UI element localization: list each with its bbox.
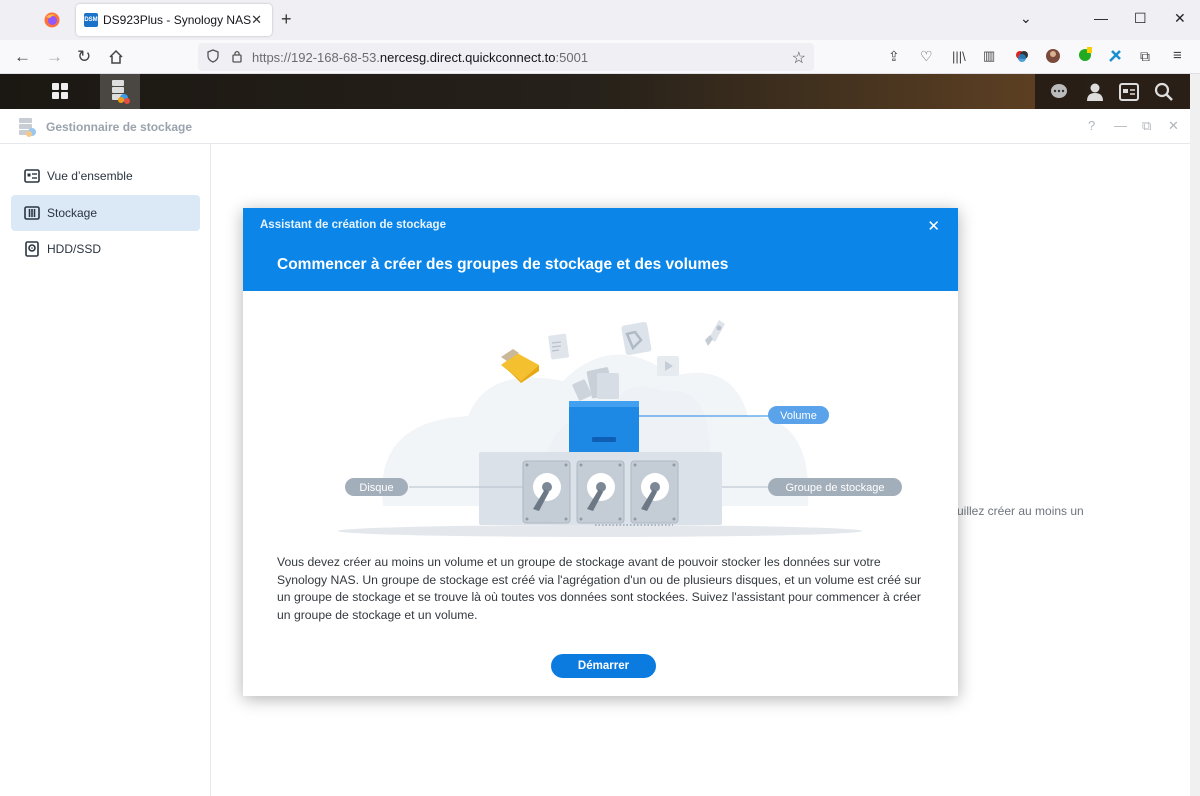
tab-close-icon[interactable]: ✕ [251,12,262,28]
save-icon[interactable]: ♡ [920,48,933,65]
disk-3 [630,460,679,524]
dsm-logo-icon [621,321,652,356]
volume-box [569,401,639,453]
tab-title: DS923Plus - Synology NAS [103,13,252,27]
lock-icon[interactable] [230,49,244,63]
chat-icon[interactable] [1049,82,1069,102]
firefox-icon[interactable] [44,12,60,28]
disk-label: Disque [359,482,393,494]
avatar-extension-icon[interactable] [1045,48,1061,64]
background-message: uillez créer au moins un [957,504,1084,518]
wizard-close-icon[interactable]: ✕ [927,217,940,235]
app-title: Gestionnaire de stockage [46,120,193,134]
search-icon[interactable] [1154,82,1174,102]
dsm-favicon-icon: DSM [84,13,98,27]
user-icon[interactable] [1085,82,1105,102]
disk-1 [522,460,571,524]
new-tab-button[interactable]: + [281,9,292,30]
sidebar-item-hdd-ssd[interactable]: HDD/SSD [11,231,200,267]
menu-hamburger-icon[interactable]: ≡ [1173,47,1182,64]
reload-icon[interactable]: ↻ [77,47,91,67]
dsm-tray [1035,74,1190,109]
browser-nav-bar: ← → ↻ https://192-168-68-53.nercesg.dire… [0,40,1200,74]
page-scrollbar[interactable] [1190,74,1200,796]
sidebar-item-storage[interactable]: Stockage [11,195,200,231]
bookmark-star-icon[interactable]: ☆ [792,48,806,68]
widgets-icon[interactable] [1119,82,1139,102]
app-header: Gestionnaire de stockage ? — ⧉ ✕ [0,109,1190,144]
wizard-heading: Commencer à créer des groupes de stockag… [277,256,729,273]
back-arrow-icon[interactable]: ← [14,47,31,67]
video-icon [657,356,679,376]
tracking-shield-icon[interactable] [206,49,220,63]
app-minimize-button[interactable]: — [1114,118,1127,133]
library-icon[interactable]: |||\ [952,49,966,64]
start-button[interactable]: Démarrer [551,654,656,678]
barcode-extension-icon[interactable]: ▥ [983,48,995,64]
browser-tab-bar: DSM DS923Plus - Synology NAS ✕ + ⌄ — ☐ ✕ [0,0,1200,40]
shield-extension-icon[interactable] [1077,46,1093,62]
sidebar-item-overview[interactable]: Vue d’ensemble [11,158,200,194]
hdd-icon [25,241,39,257]
pocket-icon[interactable]: ⇪ [888,48,900,65]
sidebar: Vue d’ensemble Stockage HDD/SSD [0,144,211,796]
storage-icon [24,206,40,220]
document-icon [548,333,569,360]
storage-creation-wizard-dialog: Assistant de création de stockage Commen… [243,208,958,696]
rocket-icon [705,320,725,346]
colorful-extension-icon[interactable] [1014,48,1030,64]
disk-2 [576,460,625,524]
storage-manager-app-icon [19,118,36,137]
extensions-icon[interactable]: ⧉ [1140,48,1150,65]
wizard-title: Assistant de création de stockage [260,219,446,231]
storage-manager-icon [112,80,130,104]
help-button[interactable]: ? [1088,118,1095,133]
url-text: https://192-168-68-53.nercesg.direct.qui… [252,50,589,65]
app-restore-button[interactable]: ⧉ [1142,118,1151,134]
dsm-taskbar [0,74,1190,109]
overview-icon [24,169,40,183]
wizard-description: Vous devez créer au moins un volume et u… [277,555,922,622]
grid-icon [52,83,68,99]
maximize-window-button[interactable]: ☐ [1134,10,1147,27]
pool-label: Groupe de stockage [785,482,884,494]
app-close-button[interactable]: ✕ [1168,118,1179,134]
forward-arrow-icon[interactable]: → [46,47,63,67]
close-window-button[interactable]: ✕ [1174,10,1186,27]
sidebar-item-label: Stockage [47,206,98,220]
browser-tab-active[interactable]: DSM DS923Plus - Synology NAS ✕ [76,4,272,36]
tab-list-chevron-down-icon[interactable]: ⌄ [1020,10,1032,27]
sidebar-item-label: HDD/SSD [47,242,102,256]
puzzle-extension-icon[interactable] [1107,48,1123,64]
wizard-header: Assistant de création de stockage Commen… [243,208,958,291]
address-bar[interactable]: https://192-168-68-53.nercesg.direct.qui… [198,43,814,71]
storage-manager-taskbar-button[interactable] [100,74,140,109]
sidebar-item-label: Vue d’ensemble [47,169,133,183]
minimize-window-button[interactable]: — [1094,10,1108,26]
home-icon[interactable] [108,49,124,65]
main-menu-button[interactable] [40,74,80,109]
volume-label: Volume [780,410,817,422]
storage-illustration: Volume Disque Groupe de stockage [338,320,902,537]
